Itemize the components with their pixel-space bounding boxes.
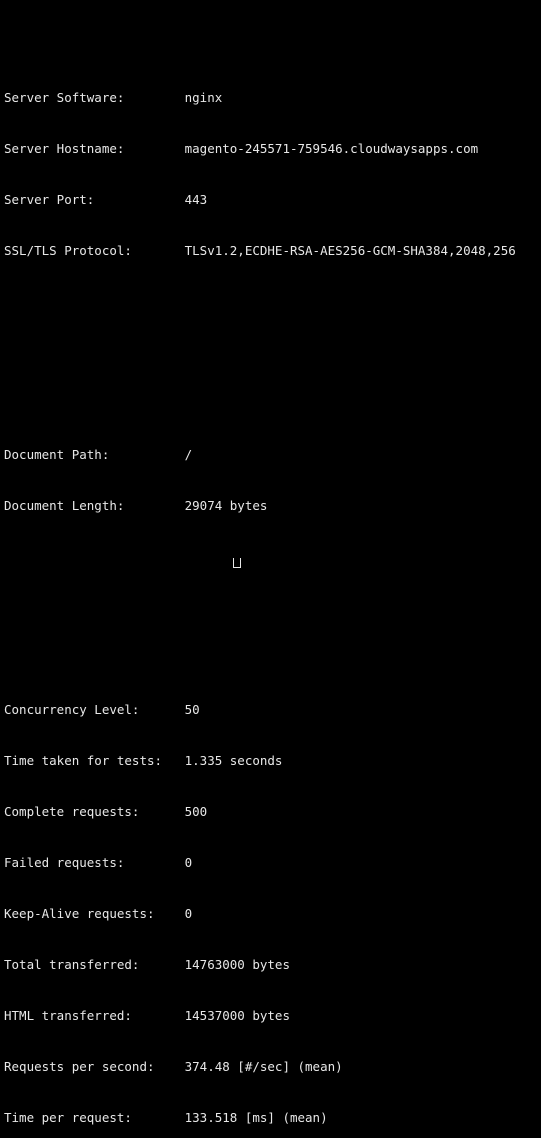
output-line: Time per request: 133.518 [ms] (mean): [4, 1110, 328, 1125]
output-line: Keep-Alive requests: 0: [4, 906, 193, 921]
document-info-block: Document Path: / Document Length: 29074 …: [4, 412, 541, 548]
output-line: Document Path: /: [4, 447, 193, 462]
output-line: Concurrency Level: 50: [4, 702, 200, 717]
output-line: Complete requests: 500: [4, 804, 208, 819]
output-line: Document Length: 29074 bytes: [4, 498, 268, 513]
output-line: SSL/TLS Protocol: TLSv1.2,ECDHE-RSA-AES2…: [4, 243, 516, 258]
output-line: Total transferred: 14763000 bytes: [4, 957, 290, 972]
terminal-output[interactable]: Server Software: nginx Server Hostname: …: [0, 0, 541, 1125]
terminal-cursor: [233, 558, 241, 568]
output-line: Server Software: nginx: [4, 90, 223, 105]
output-line: Requests per second: 374.48 [#/sec] (mea…: [4, 1059, 343, 1074]
output-line: HTML transferred: 14537000 bytes: [4, 1008, 290, 1023]
server-info-block: Server Software: nginx Server Hostname: …: [4, 55, 541, 293]
output-line: Server Port: 443: [4, 192, 208, 207]
output-line: Time taken for tests: 1.335 seconds: [4, 753, 283, 768]
benchmark-results-block: Concurrency Level: 50 Time taken for tes…: [4, 667, 541, 1138]
output-line: Server Hostname: magento-245571-759546.c…: [4, 141, 479, 156]
output-line: Failed requests: 0: [4, 855, 193, 870]
